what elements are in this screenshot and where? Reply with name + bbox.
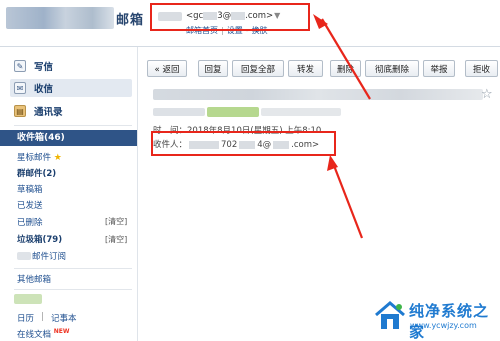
back-button[interactable]: « 返回 [147, 60, 187, 77]
mailbox-logo-text: 邮箱 [116, 13, 145, 28]
clear-deleted-button[interactable]: [清空] [105, 216, 127, 227]
watermark-url: www.ycwjzy.com [410, 321, 477, 330]
compose-label: 写信 [34, 62, 54, 73]
delete-button[interactable]: 删除 [330, 60, 361, 77]
contacts-label: 通讯录 [34, 107, 63, 118]
top-header: 邮箱 <gc 3@ .com>▼ 邮箱首页 | 设置 - 换肤 [0, 0, 500, 46]
other-mailboxes-link[interactable]: 其他邮箱 [17, 273, 51, 285]
sender-tag-blurred [207, 107, 259, 117]
inbox-icon: ✉ [14, 82, 26, 94]
report-button[interactable]: 举报 [423, 60, 455, 77]
calendar-link[interactable]: 日历 [17, 312, 34, 324]
star-outline-icon[interactable]: ☆ [481, 87, 493, 102]
docs-link[interactable]: 在线文档 NEW [17, 328, 69, 340]
notes-link[interactable]: 记事本 [51, 312, 77, 324]
folder-label: 星标邮件 [17, 153, 52, 163]
reply-button[interactable]: 回复 [198, 60, 228, 77]
pencil-icon: ✎ [14, 60, 26, 72]
sender-blurred [153, 108, 205, 116]
annotation-box-account [150, 3, 310, 31]
sidebar-item-inbox[interactable]: ✉ 收信 [10, 79, 132, 97]
sidebar-divider [14, 289, 132, 290]
folder-drafts[interactable]: 草稿箱 [17, 183, 43, 195]
sidebar-divider [14, 268, 132, 269]
reject-button[interactable]: 拒收 [465, 60, 498, 77]
clear-spam-button[interactable]: [清空] [105, 234, 127, 245]
inbox-label: 收信 [34, 84, 54, 95]
folder-subscriptions[interactable]: 邮件订阅 [32, 250, 66, 262]
sidebar-divider [14, 125, 132, 126]
delete-forever-button[interactable]: 彻底删除 [365, 60, 419, 77]
sidebar-item-compose[interactable]: ✎ 写信 [14, 57, 53, 75]
star-icon: ★ [53, 153, 62, 163]
forward-button[interactable]: 转发 [288, 60, 323, 77]
new-badge: NEW [53, 328, 70, 335]
site-watermark: 纯净系统之家 www.ycwjzy.com [373, 297, 497, 341]
house-logo-icon [375, 301, 405, 329]
folder-starred[interactable]: 星标邮件 ★ [17, 151, 62, 163]
folder-spam[interactable]: 垃圾箱(79) [17, 233, 62, 245]
folder-sent[interactable]: 已发送 [17, 199, 43, 211]
annotation-box-recipient [151, 131, 336, 156]
reply-all-button[interactable]: 回复全部 [232, 60, 284, 77]
logo-image-blurred [6, 7, 114, 29]
folder-inbox-header[interactable]: 收件箱(46) [0, 130, 137, 146]
folder-group-mail[interactable]: 群邮件(2) [17, 167, 56, 179]
folder-deleted[interactable]: 已删除 [17, 216, 43, 228]
subscription-prefix-blurred [17, 252, 31, 260]
address-book-icon: ▤ [14, 105, 26, 117]
sidebar-item-contacts[interactable]: ▤ 通讯录 [14, 102, 63, 120]
docs-label: 在线文档 [17, 330, 52, 340]
app-icon-blurred [14, 294, 42, 304]
message-subject-blurred [153, 89, 483, 100]
sender-detail-blurred [261, 108, 341, 116]
link-separator: | [41, 312, 44, 322]
